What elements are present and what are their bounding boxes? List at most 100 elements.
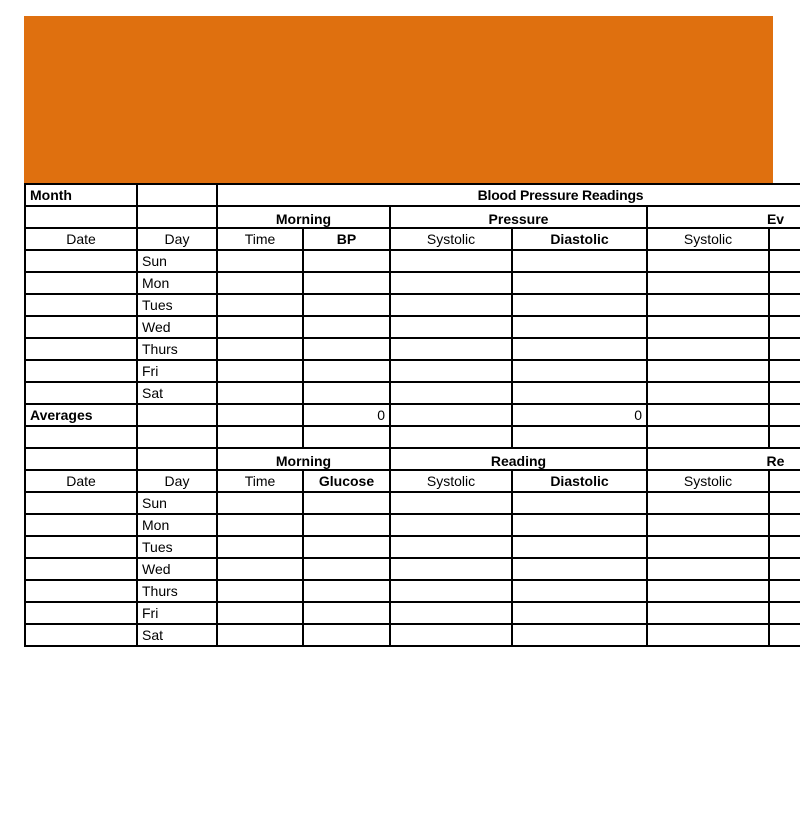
cell-systolic-evening[interactable] [646,359,770,383]
cell-glucose[interactable] [302,601,391,625]
cell-date[interactable] [24,315,138,339]
cell-diastolic-evening[interactable] [768,557,800,581]
cell-date[interactable] [24,579,138,603]
cell-time[interactable] [216,579,304,603]
cell-systolic[interactable] [389,315,513,339]
cell-time[interactable] [216,623,304,647]
cell-date[interactable] [24,491,138,515]
cell-diastolic[interactable] [511,337,648,361]
cell-date[interactable] [24,623,138,647]
cell-systolic-evening[interactable] [646,337,770,361]
cell-diastolic-evening[interactable] [768,271,800,295]
cell-time[interactable] [216,491,304,515]
cell-bp[interactable] [302,359,391,383]
cell-date[interactable] [24,513,138,537]
cell-diastolic-evening[interactable] [768,601,800,625]
cell-diastolic-evening[interactable] [768,535,800,559]
cell-glucose[interactable] [302,535,391,559]
cell-time[interactable] [216,513,304,537]
cell-diastolic[interactable] [511,271,648,295]
cell-bp[interactable] [302,337,391,361]
cell-date[interactable] [24,359,138,383]
cell-glucose[interactable] [302,491,391,515]
cell-time[interactable] [216,293,304,317]
cell-systolic-evening[interactable] [646,623,770,647]
cell-time[interactable] [216,315,304,339]
cell-glucose[interactable] [302,513,391,537]
cell-day[interactable]: Mon [136,271,218,295]
cell-day[interactable]: Tues [136,535,218,559]
cell-diastolic[interactable] [511,381,648,405]
cell-systolic-evening[interactable] [646,579,770,603]
cell-diastolic-evening[interactable] [768,381,800,405]
cell-day[interactable]: Sun [136,249,218,273]
cell-time[interactable] [216,337,304,361]
cell-systolic-evening[interactable] [646,491,770,515]
cell-glucose[interactable] [302,579,391,603]
cell-systolic-evening[interactable] [646,249,770,273]
cell-time[interactable] [216,535,304,559]
cell-diastolic-evening[interactable] [768,315,800,339]
cell-time[interactable] [216,381,304,405]
cell-systolic-evening[interactable] [646,315,770,339]
cell-date[interactable] [24,601,138,625]
cell-systolic-evening[interactable] [646,513,770,537]
cell-diastolic[interactable] [511,513,648,537]
cell-day[interactable]: Thurs [136,579,218,603]
cell-diastolic-evening[interactable] [768,579,800,603]
cell-systolic[interactable] [389,535,513,559]
cell-diastolic[interactable] [511,315,648,339]
cell-time[interactable] [216,249,304,273]
cell-bp[interactable] [302,381,391,405]
cell-bp[interactable] [302,293,391,317]
cell-date[interactable] [24,557,138,581]
cell-time[interactable] [216,359,304,383]
cell-systolic[interactable] [389,337,513,361]
cell-glucose[interactable] [302,623,391,647]
cell-diastolic[interactable] [511,623,648,647]
cell-systolic[interactable] [389,623,513,647]
cell-systolic-evening[interactable] [646,601,770,625]
cell-diastolic[interactable] [511,601,648,625]
cell-systolic-evening[interactable] [646,381,770,405]
cell-time[interactable] [216,601,304,625]
cell-time[interactable] [216,271,304,295]
cell-day[interactable]: Fri [136,359,218,383]
cell-diastolic[interactable] [511,249,648,273]
cell-diastolic[interactable] [511,557,648,581]
cell-glucose[interactable] [302,557,391,581]
cell-date[interactable] [24,249,138,273]
cell-diastolic[interactable] [511,359,648,383]
cell-diastolic-evening[interactable] [768,293,800,317]
cell-day[interactable]: Wed [136,557,218,581]
cell-systolic[interactable] [389,381,513,405]
cell-systolic[interactable] [389,359,513,383]
cell-systolic[interactable] [389,579,513,603]
cell-diastolic[interactable] [511,579,648,603]
cell-systolic[interactable] [389,249,513,273]
cell-diastolic-evening[interactable] [768,491,800,515]
cell-diastolic-evening[interactable] [768,513,800,537]
cell-diastolic[interactable] [511,491,648,515]
cell-bp[interactable] [302,249,391,273]
cell-date[interactable] [24,293,138,317]
cell-date[interactable] [24,535,138,559]
cell-day[interactable]: Tues [136,293,218,317]
cell-diastolic[interactable] [511,293,648,317]
cell-systolic-evening[interactable] [646,271,770,295]
cell-diastolic-evening[interactable] [768,249,800,273]
month-label[interactable]: Month [24,183,138,207]
cell-date[interactable] [24,381,138,405]
cell-date[interactable] [24,271,138,295]
cell-systolic[interactable] [389,491,513,515]
cell-day[interactable]: Sun [136,491,218,515]
cell-diastolic-evening[interactable] [768,623,800,647]
cell-diastolic[interactable] [511,535,648,559]
cell-day[interactable]: Sat [136,381,218,405]
cell-systolic[interactable] [389,293,513,317]
cell-day[interactable]: Mon [136,513,218,537]
cell-systolic-evening[interactable] [646,535,770,559]
cell-systolic-evening[interactable] [646,557,770,581]
cell-diastolic-evening[interactable] [768,337,800,361]
cell-systolic[interactable] [389,513,513,537]
